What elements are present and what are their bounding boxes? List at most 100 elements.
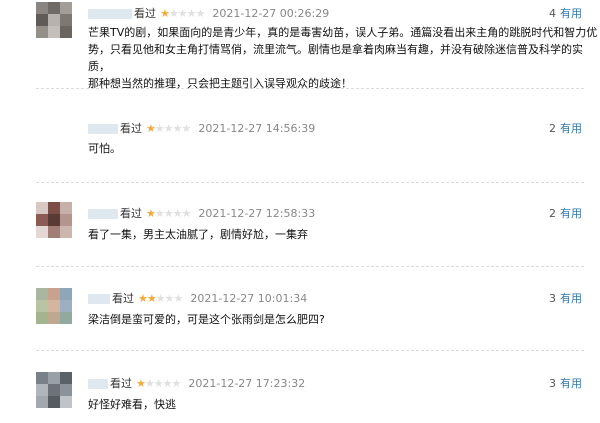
rating-stars: ★★★★★ — [146, 121, 192, 137]
avatar-pixel — [36, 288, 48, 300]
review-text-line: 可怕。 — [88, 142, 121, 155]
star-icon: ★ — [173, 292, 184, 305]
watch-status: 看过 — [120, 207, 142, 220]
useful-vote[interactable]: 2 有用 — [549, 206, 582, 222]
useful-button[interactable]: 有用 — [560, 7, 582, 20]
rating-stars: ★★★★★ — [136, 376, 182, 392]
review-text-line: 势，只看见他和女主角打情骂俏，流里流气。剧情也是拿着肉麻当有趣，并没有破除迷信普… — [88, 43, 583, 73]
useful-button[interactable]: 有用 — [560, 292, 582, 305]
star-icon: ★ — [162, 377, 173, 390]
useful-button[interactable]: 有用 — [560, 122, 582, 135]
star-icon: ★ — [181, 122, 192, 135]
star-icon: ★ — [146, 292, 157, 305]
useful-count: 3 — [549, 377, 556, 390]
avatar-pixel — [36, 300, 48, 312]
divider — [36, 350, 584, 351]
avatar-pixel — [48, 396, 60, 408]
review-time: 2021-12-27 14:56:39 — [198, 122, 316, 135]
star-icon: ★ — [154, 207, 165, 220]
avatar-pixel — [36, 372, 48, 384]
avatar-pixel — [60, 118, 72, 130]
review-content: 可怕。 — [88, 140, 121, 157]
avatar-pixel — [48, 300, 60, 312]
avatar-pixel — [60, 130, 72, 142]
avatar-pixel — [60, 300, 72, 312]
useful-button[interactable]: 有用 — [560, 377, 582, 390]
useful-vote[interactable]: 4 有用 — [549, 6, 582, 22]
star-icon: ★ — [160, 7, 170, 20]
useful-button[interactable]: 有用 — [560, 207, 582, 220]
divider — [36, 182, 584, 183]
avatar-pixel — [36, 2, 48, 14]
avatar-pixel — [36, 226, 48, 238]
review-time: 2021-12-27 10:01:34 — [190, 292, 308, 305]
star-icon: ★ — [153, 377, 164, 390]
avatar-pixel — [36, 14, 48, 26]
avatar-pixel — [48, 142, 60, 154]
avatar-pixel — [48, 130, 60, 142]
avatar-pixel — [60, 142, 72, 154]
review-text-line: 看了一集，男主太油腻了，剧情好尬，一集弃 — [88, 228, 308, 241]
review-content: 梁洁倒是蛮可爱的，可是这个张雨剑是怎么肥四? — [88, 311, 325, 328]
username-blurred[interactable] — [88, 379, 108, 389]
avatar-pixel — [48, 226, 60, 238]
avatar-pixel — [48, 288, 60, 300]
avatar[interactable] — [36, 2, 72, 38]
star-icon: ★ — [186, 7, 197, 20]
star-icon: ★ — [144, 377, 155, 390]
watch-status: 看过 — [112, 292, 134, 305]
avatar[interactable] — [36, 202, 72, 238]
avatar-pixel — [36, 384, 48, 396]
avatar-pixel — [60, 312, 72, 324]
star-icon: ★ — [171, 377, 182, 390]
star-icon: ★ — [177, 7, 188, 20]
star-icon: ★ — [172, 122, 183, 135]
rating-stars: ★★★★★ — [138, 291, 184, 307]
avatar-pixel — [48, 118, 60, 130]
useful-vote[interactable]: 2 有用 — [549, 121, 582, 137]
useful-count: 2 — [549, 122, 556, 135]
star-icon: ★ — [154, 122, 165, 135]
review-content: 看了一集，男主太油腻了，剧情好尬，一集弃 — [88, 226, 308, 243]
avatar-pixel — [36, 142, 48, 154]
review-content: 好怪好难看，快逃 — [88, 396, 176, 413]
avatar-pixel — [60, 214, 72, 226]
avatar-pixel — [60, 2, 72, 14]
star-icon: ★ — [163, 122, 174, 135]
review-meta: 看过 ★★★★★ 2021-12-27 14:56:39 — [88, 121, 315, 137]
star-icon: ★ — [136, 377, 146, 390]
star-icon: ★ — [195, 7, 206, 20]
review-text-line: 梁洁倒是蛮可爱的，可是这个张雨剑是怎么肥四? — [88, 313, 325, 326]
avatar-pixel — [48, 202, 60, 214]
review-text-line: 那种想当然的推理，只会把主题引入误导观众的歧途！ — [88, 77, 352, 90]
avatar-pixel — [48, 312, 60, 324]
avatar-pixel — [60, 288, 72, 300]
star-icon: ★ — [163, 207, 174, 220]
star-icon: ★ — [172, 207, 183, 220]
useful-vote[interactable]: 3 有用 — [549, 291, 582, 307]
avatar-pixel — [60, 372, 72, 384]
avatar-pixel — [48, 384, 60, 396]
avatar-pixel — [60, 226, 72, 238]
username-blurred[interactable] — [88, 209, 118, 219]
star-icon: ★ — [168, 7, 179, 20]
username-blurred[interactable] — [88, 294, 110, 304]
username-blurred[interactable] — [88, 124, 118, 134]
avatar-pixel — [36, 396, 48, 408]
review-meta: 看过 ★★★★★ 2021-12-27 17:23:32 — [88, 376, 305, 392]
avatar-pixel — [36, 26, 48, 38]
avatar[interactable] — [36, 372, 72, 408]
useful-vote[interactable]: 3 有用 — [549, 376, 582, 392]
avatar-pixel — [36, 312, 48, 324]
review-text-line: 芒果TV的剧，如果面向的是青少年，真的是毒害幼苗，误人子弟。通篇没看出来主角的跳… — [88, 26, 598, 39]
avatar-pixel — [36, 130, 48, 142]
avatar[interactable] — [36, 288, 72, 324]
watch-status: 看过 — [134, 7, 156, 20]
avatar-pixel — [36, 214, 48, 226]
avatar-pixel — [36, 202, 48, 214]
avatar[interactable] — [36, 118, 72, 154]
username-blurred[interactable] — [88, 9, 132, 19]
avatar-pixel — [48, 214, 60, 226]
rating-stars: ★★★★★ — [160, 6, 206, 22]
avatar-pixel — [60, 396, 72, 408]
